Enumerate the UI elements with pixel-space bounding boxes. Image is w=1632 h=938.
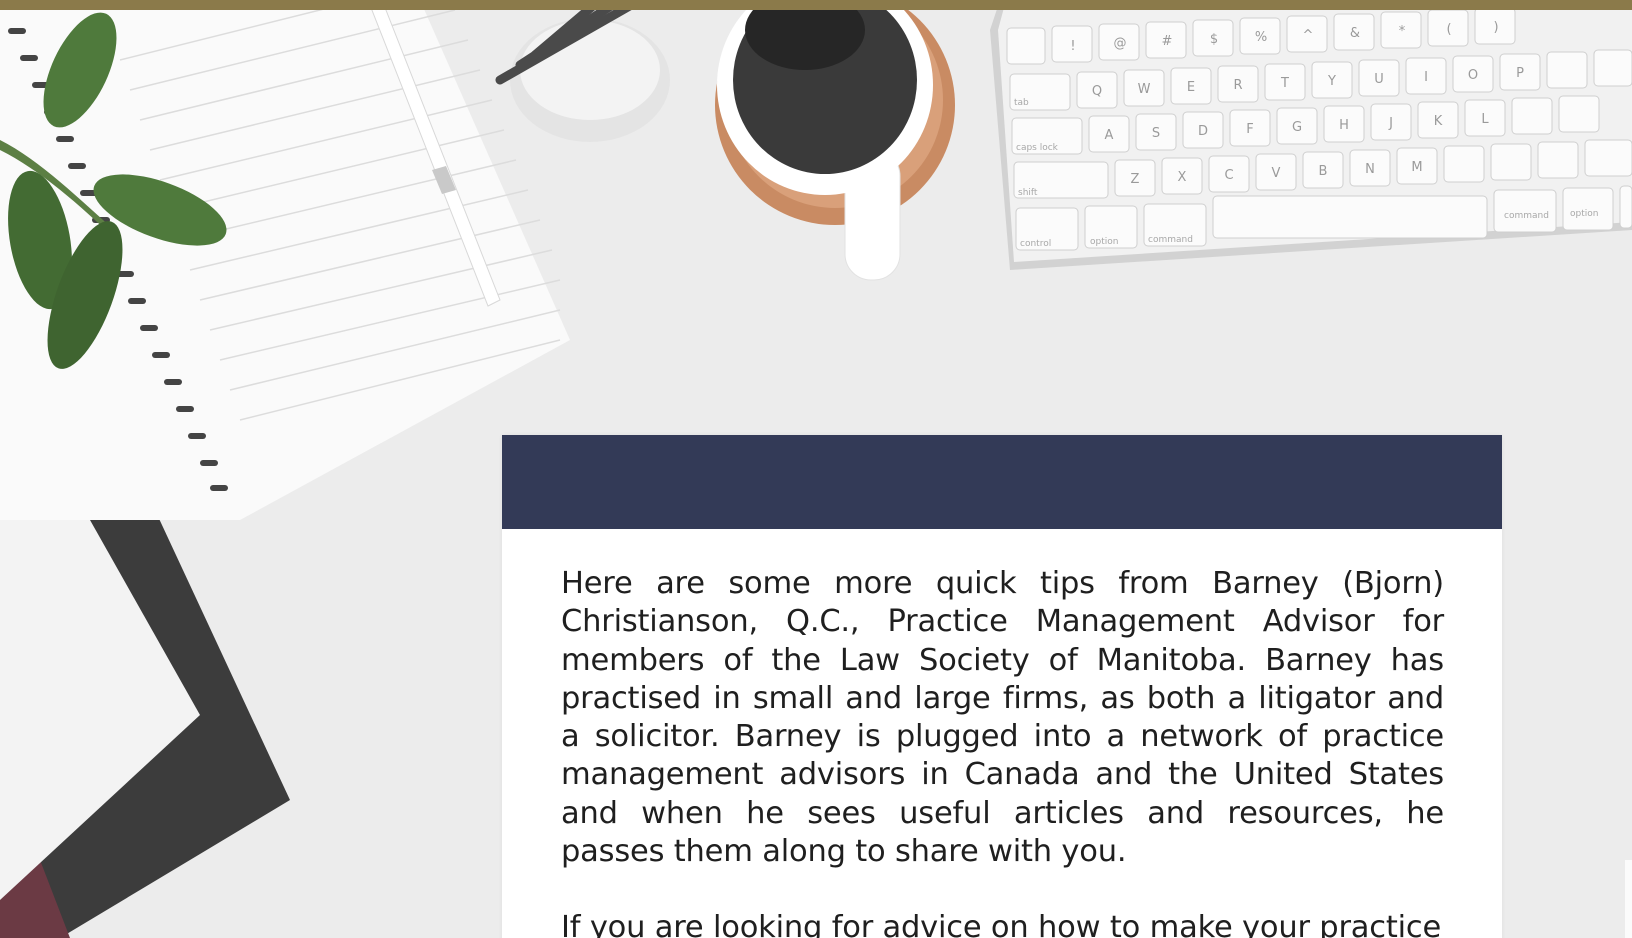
svg-text:M: M (1411, 160, 1422, 175)
svg-text:tab: tab (1014, 98, 1029, 108)
svg-text:Y: Y (1327, 74, 1336, 89)
article-card: Here are some more quick tips from Barne… (502, 435, 1502, 938)
svg-text:control: control (1020, 239, 1051, 249)
svg-text:option: option (1570, 209, 1598, 219)
svg-text:U: U (1374, 72, 1384, 87)
svg-text:C: C (1224, 168, 1233, 183)
svg-text:S: S (1152, 126, 1160, 141)
article-paragraph-2: If you are looking for advice on how to … (561, 910, 1442, 938)
svg-text:command: command (1504, 211, 1549, 221)
svg-text:V: V (1272, 166, 1281, 181)
svg-text:N: N (1365, 162, 1375, 177)
svg-text:*: * (1399, 24, 1406, 39)
svg-text:command: command (1148, 235, 1193, 245)
svg-text:J: J (1388, 116, 1393, 131)
page: ! @ # $ % ^ & * ( ) Q W E R T Y U I O P (0, 0, 1632, 938)
svg-text:R: R (1233, 78, 1242, 93)
svg-text:@: @ (1114, 36, 1127, 51)
svg-text:B: B (1319, 164, 1328, 179)
svg-text:E: E (1187, 80, 1195, 95)
svg-text:^: ^ (1303, 28, 1314, 43)
svg-text:caps lock: caps lock (1016, 143, 1059, 153)
svg-text:#: # (1162, 34, 1173, 49)
svg-text:A: A (1105, 128, 1114, 143)
svg-text:): ) (1493, 20, 1498, 35)
svg-text:F: F (1246, 122, 1253, 137)
svg-text:O: O (1468, 68, 1478, 83)
svg-text:X: X (1178, 170, 1187, 185)
svg-text:T: T (1280, 76, 1289, 91)
svg-text:(: ( (1446, 22, 1451, 37)
svg-text:G: G (1292, 120, 1302, 135)
article-card-header (502, 435, 1502, 529)
svg-text:I: I (1424, 70, 1428, 85)
svg-text:H: H (1339, 118, 1349, 133)
svg-text:!: ! (1070, 39, 1075, 54)
svg-text:L: L (1481, 112, 1489, 127)
svg-text:Z: Z (1131, 172, 1140, 187)
svg-text:&: & (1350, 26, 1360, 41)
svg-text:D: D (1198, 124, 1208, 139)
keyboard-icon: ! @ # $ % ^ & * ( ) Q W E R T Y U I O P (990, 0, 1632, 270)
svg-text:%: % (1255, 30, 1267, 45)
svg-text:option: option (1090, 237, 1118, 247)
svg-text:W: W (1138, 82, 1151, 97)
article-body: Here are some more quick tips from Barne… (502, 529, 1502, 938)
svg-text:K: K (1434, 114, 1443, 129)
svg-text:$: $ (1210, 32, 1218, 47)
article-paragraph-1: Here are some more quick tips from Barne… (561, 566, 1444, 870)
svg-text:P: P (1516, 66, 1524, 81)
svg-text:Q: Q (1092, 84, 1102, 99)
top-accent-bar (0, 0, 1632, 10)
svg-text:shift: shift (1018, 188, 1038, 198)
